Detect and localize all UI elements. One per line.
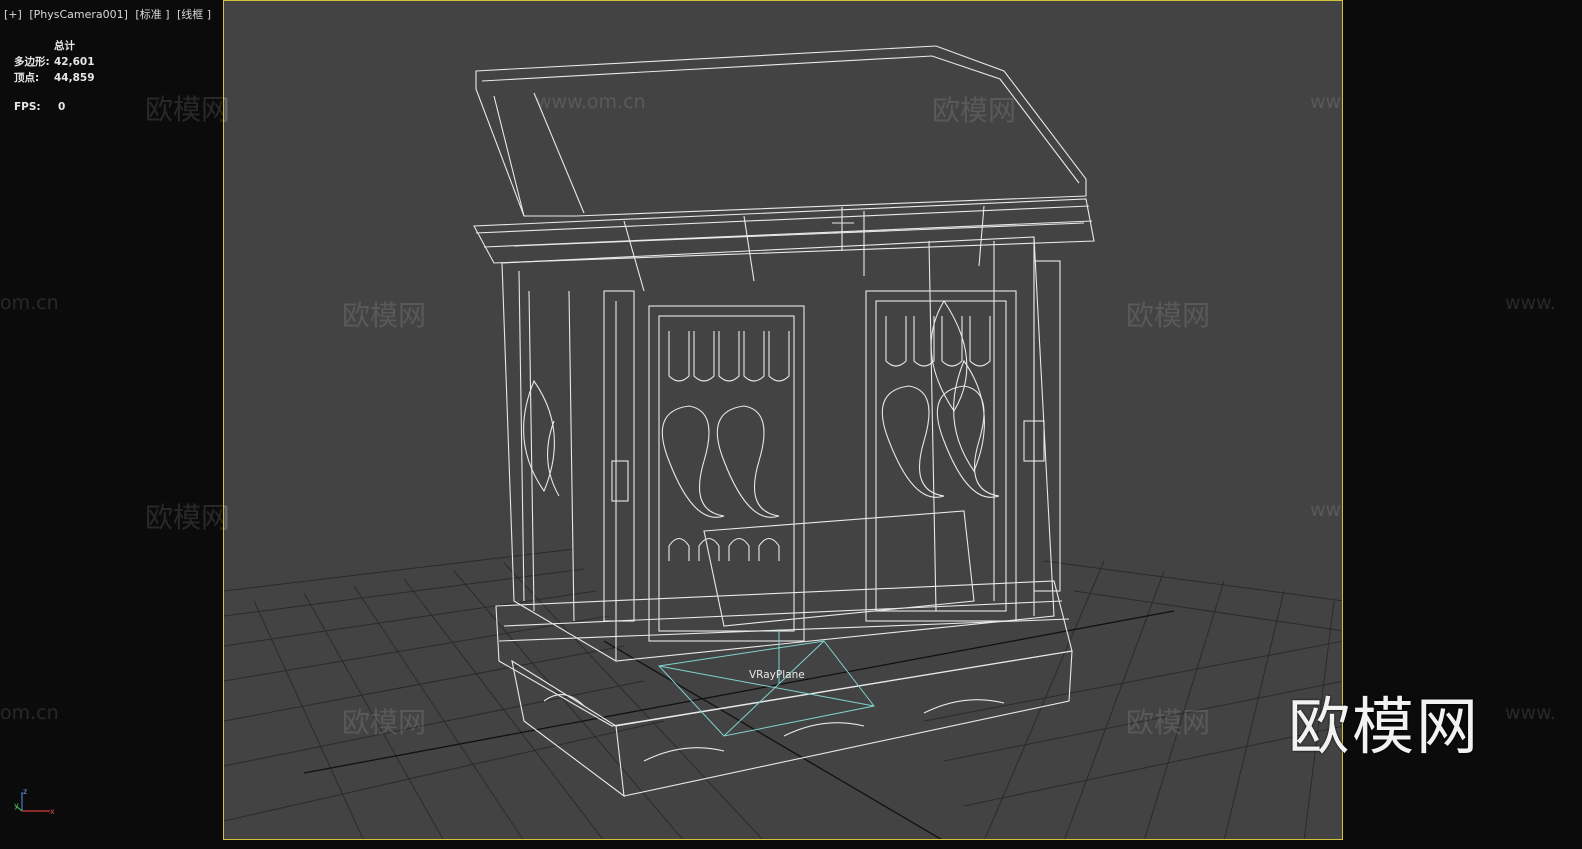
watermark-cn: 欧模网 [342, 706, 427, 739]
watermark-url-partial: www. [1505, 702, 1556, 724]
polygons-value: 42,601 [54, 56, 95, 68]
watermark-cn: 欧模网 [145, 501, 230, 534]
statistics-panel: 总计 多边形: 42,601 顶点: 44,859 [14, 38, 95, 86]
watermark-url: www.om.cn [1310, 91, 1342, 113]
brand-logo-text: 欧模网 [1288, 690, 1481, 763]
axis-x-label: x [50, 807, 55, 816]
watermark-cn: 欧模网 [1126, 706, 1211, 739]
watermark-cn: 欧模网 [145, 93, 230, 126]
axis-gizmo-icon: z x y [14, 787, 55, 816]
fps-label: FPS: [14, 101, 41, 113]
camera-menu-button[interactable]: [PhysCamera001] [29, 8, 128, 21]
watermark-cn: 欧模网 [1126, 299, 1211, 332]
watermark-cn: 欧模网 [342, 299, 427, 332]
vertices-label: 顶点: [14, 72, 40, 84]
axis-y-label: y [14, 801, 19, 810]
watermark-url-partial: www. [1505, 292, 1556, 314]
polygons-label: 多边形: [14, 56, 50, 68]
watermark-url-partial: om.cn [0, 292, 59, 314]
vray-plane-label[interactable]: VRayPlane [749, 669, 805, 681]
viewport-label: [+] [PhysCamera001] [标准 ] [线框 ] [4, 6, 215, 22]
watermark-cn: 欧模网 [932, 94, 1017, 127]
axis-z-label: z [23, 787, 27, 796]
viewport-menu-button[interactable]: [+] [4, 8, 22, 21]
fps-readout: FPS: 0 [14, 101, 65, 113]
shading-menu-button[interactable]: [标准 ] [135, 8, 169, 21]
camera-viewport[interactable]: 欧模网 www.om.cn 欧模网 www.om.cn 欧模网 欧模网 欧模网 … [223, 0, 1343, 840]
stats-header: 总计 [54, 40, 75, 52]
watermark-url-partial: om.cn [0, 702, 59, 724]
vertices-value: 44,859 [54, 72, 95, 84]
watermark-url: www.om.cn [536, 91, 646, 113]
watermark-url: www.om.cn [1310, 499, 1342, 521]
display-mode-button[interactable]: [线框 ] [177, 8, 211, 21]
fps-value: 0 [58, 101, 66, 113]
